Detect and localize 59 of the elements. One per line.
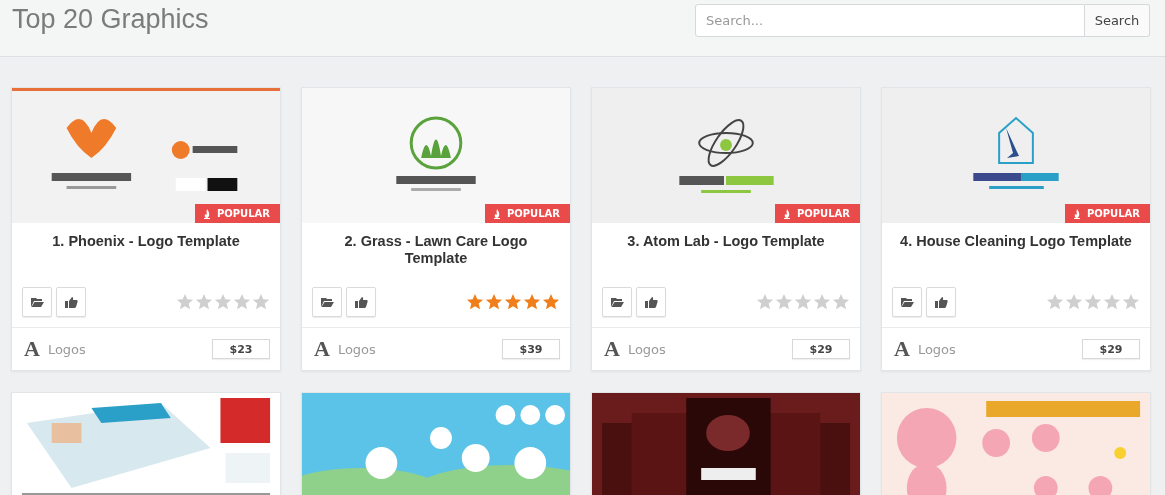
- thumbs-up-icon: [934, 296, 948, 308]
- star-icon: [214, 293, 232, 311]
- product-title[interactable]: 4. House Cleaning Logo Template: [894, 233, 1138, 277]
- star-icon: [252, 293, 270, 311]
- category-icon: A: [604, 336, 620, 362]
- like-button[interactable]: [346, 287, 376, 317]
- star-icon: [756, 293, 774, 311]
- star-icon: [794, 293, 812, 311]
- folder-icon: [610, 296, 624, 308]
- product-title[interactable]: 1. Phoenix - Logo Template: [24, 233, 268, 277]
- search-field[interactable]: Search...: [695, 4, 1085, 37]
- star-icon: [1103, 293, 1121, 311]
- product-title[interactable]: 3. Atom Lab - Logo Template: [604, 233, 848, 277]
- thumbs-up-icon: [644, 296, 658, 308]
- flame-icon: [202, 208, 211, 219]
- star-icon: [504, 293, 522, 311]
- star-icon: [485, 293, 503, 311]
- badge-label: POPULAR: [1086, 208, 1140, 219]
- price-tag[interactable]: $39: [502, 339, 560, 359]
- flame-icon: [782, 208, 791, 219]
- folder-icon: [30, 296, 44, 308]
- product-title[interactable]: 2. Grass - Lawn Care Logo Template: [314, 233, 558, 277]
- thumbs-up-icon: [354, 296, 368, 308]
- folder-icon: [900, 296, 914, 308]
- category-icon: A: [24, 336, 40, 362]
- folder-button[interactable]: [22, 287, 52, 317]
- badge-label: POPULAR: [796, 208, 850, 219]
- star-icon: [1122, 293, 1140, 311]
- star-icon: [233, 293, 251, 311]
- star-icon: [466, 293, 484, 311]
- star-icon: [1046, 293, 1064, 311]
- folder-icon: [320, 296, 334, 308]
- like-button[interactable]: [636, 287, 666, 317]
- star-icon: [1084, 293, 1102, 311]
- star-icon: [176, 293, 194, 311]
- folder-button[interactable]: [312, 287, 342, 317]
- star-icon: [195, 293, 213, 311]
- page-title: Top 20 Graphics: [12, 4, 209, 35]
- star-icon: [813, 293, 831, 311]
- star-icon: [832, 293, 850, 311]
- flame-icon: [492, 208, 501, 219]
- star-icon: [775, 293, 793, 311]
- badge-label: POPULAR: [506, 208, 560, 219]
- folder-button[interactable]: [602, 287, 632, 317]
- badge-label: POPULAR: [216, 208, 270, 219]
- price-tag[interactable]: $29: [1082, 339, 1140, 359]
- category-icon: A: [314, 336, 330, 362]
- like-button[interactable]: [926, 287, 956, 317]
- flame-icon: [1072, 208, 1081, 219]
- price-tag[interactable]: $23: [212, 339, 270, 359]
- price-tag[interactable]: $29: [792, 339, 850, 359]
- like-button[interactable]: [56, 287, 86, 317]
- star-icon: [1065, 293, 1083, 311]
- folder-button[interactable]: [892, 287, 922, 317]
- star-icon: [542, 293, 560, 311]
- category-icon: A: [894, 336, 910, 362]
- star-icon: [523, 293, 541, 311]
- thumbs-up-icon: [64, 296, 78, 308]
- search-button[interactable]: Search: [1085, 4, 1150, 37]
